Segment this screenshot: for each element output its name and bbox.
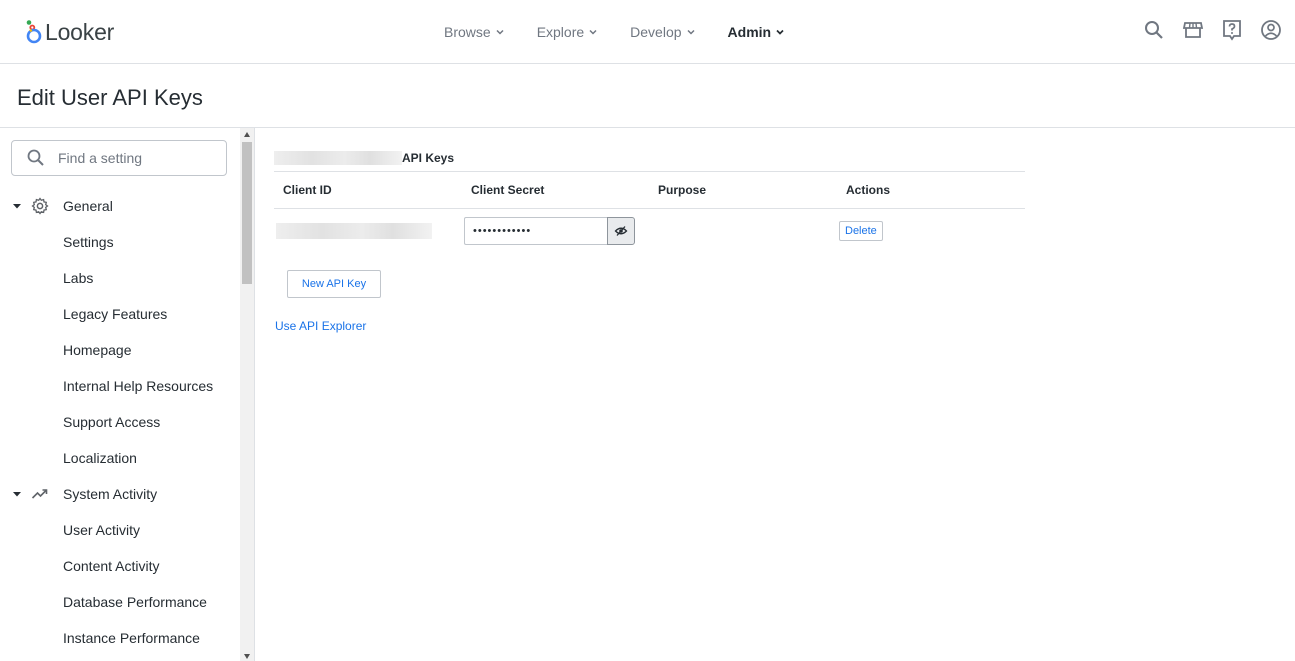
table-row: Delete [274,209,1025,253]
column-header-client-id: Client ID [274,171,462,209]
api-keys-title: API Keys [402,151,455,165]
client-id-cell [274,209,462,253]
sidebar-section-label: General [63,198,113,214]
sidebar-item-database-performance[interactable]: Database Performance [0,584,240,620]
settings-search[interactable] [11,140,227,176]
eye-slash-icon [614,225,628,236]
sidebar-item-localization[interactable]: Localization [0,440,240,476]
client-secret-field [464,216,649,245]
looker-logo-text: Looker [45,18,115,45]
top-icon-group [1142,18,1283,42]
looker-logo-icon [25,19,43,45]
sidebar-item-labs[interactable]: Labs [0,260,240,296]
sidebar-item-homepage[interactable]: Homepage [0,332,240,368]
sidebar-item-settings[interactable]: Settings [0,224,240,260]
sidebar-section-system-activity[interactable]: System Activity [0,476,240,512]
page-header: Edit User API Keys [0,64,1295,128]
gear-icon [31,197,51,215]
redacted-user-name [274,151,402,165]
redacted-client-id [276,222,432,239]
search-icon[interactable] [1142,18,1166,42]
nav-admin[interactable]: Admin [720,0,794,64]
admin-sidebar: General Settings Labs Legacy Features Ho… [0,128,255,661]
chevron-down-icon [687,29,695,35]
api-keys-table: Client ID Client Secret Purpose Actions [274,171,1025,253]
api-explorer-link[interactable]: Use API Explorer [275,319,366,333]
sidebar-item-internal-help-resources[interactable]: Internal Help Resources [0,368,240,404]
nav-explore-label: Explore [536,24,585,40]
reveal-secret-button[interactable] [607,216,635,245]
chevron-down-icon [589,29,597,35]
column-header-purpose: Purpose [649,171,837,209]
caret-down-icon[interactable] [12,489,22,499]
scrollbar-thumb[interactable] [242,142,252,284]
purpose-cell [649,209,837,253]
settings-nav-tree: General Settings Labs Legacy Features Ho… [0,188,240,656]
chevron-down-icon [776,29,784,35]
sidebar-item-instance-performance[interactable]: Instance Performance [0,620,240,656]
help-icon[interactable] [1220,18,1244,42]
nav-develop[interactable]: Develop [622,0,703,64]
main-nav: Browse Explore Develop Admin [436,0,793,64]
delete-key-button[interactable]: Delete [839,220,883,241]
search-icon [27,149,44,166]
account-icon[interactable] [1259,18,1283,42]
marketplace-icon[interactable] [1181,18,1205,42]
chevron-down-icon [496,29,504,35]
table-header-row: Client ID Client Secret Purpose Actions [274,171,1025,209]
nav-explore[interactable]: Explore [529,0,606,64]
nav-browse[interactable]: Browse [436,0,513,64]
api-keys-header: API Keys [274,150,454,166]
sidebar-item-legacy-features[interactable]: Legacy Features [0,296,240,332]
nav-browse-label: Browse [444,24,491,40]
settings-search-input[interactable] [58,150,208,166]
scroll-up-arrow-icon[interactable] [244,132,250,137]
sidebar-scrollbar[interactable] [240,128,254,661]
column-header-actions: Actions [837,171,1025,209]
nav-admin-label: Admin [727,24,772,40]
client-secret-input[interactable] [464,216,607,245]
column-header-client-secret: Client Secret [462,171,649,209]
sidebar-section-general[interactable]: General [0,188,240,224]
sidebar-section-label: System Activity [63,486,158,502]
caret-down-icon[interactable] [12,201,22,211]
client-secret-cell [462,209,649,253]
sidebar-item-support-access[interactable]: Support Access [0,404,240,440]
actions-cell: Delete [837,209,1025,253]
top-nav-bar: Looker Browse Explore Develop Admin [0,0,1295,64]
new-api-key-button[interactable]: New API Key [287,270,381,298]
page-title: Edit User API Keys [17,85,203,110]
nav-develop-label: Develop [630,24,682,40]
scroll-down-arrow-icon[interactable] [244,654,250,659]
looker-logo[interactable]: Looker [25,18,114,46]
sidebar-item-user-activity[interactable]: User Activity [0,512,240,548]
sidebar-item-content-activity[interactable]: Content Activity [0,548,240,584]
trending-up-icon [31,485,51,503]
main-content: API Keys Client ID Client Secret Purpose… [255,128,1295,661]
